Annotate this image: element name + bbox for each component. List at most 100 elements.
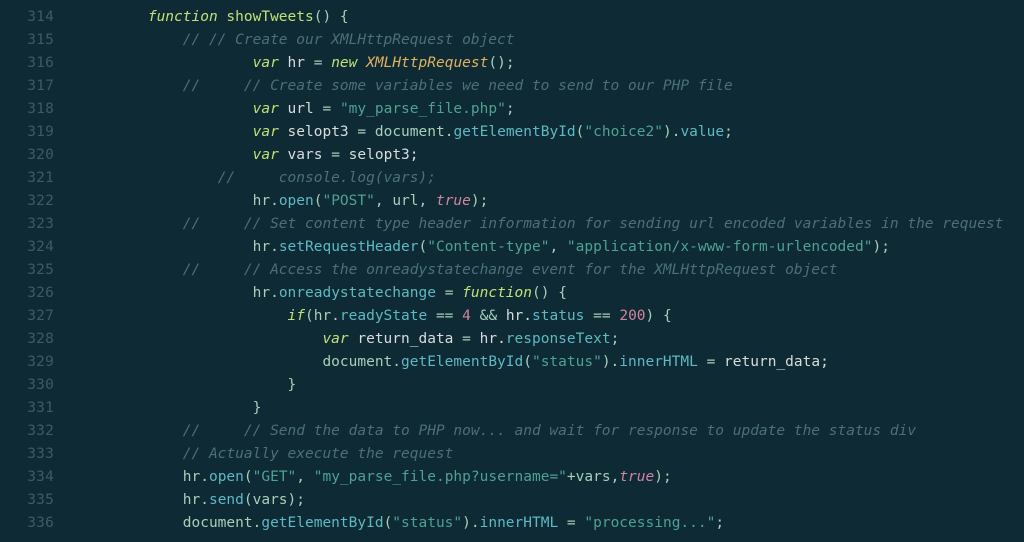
token-fn: showTweets [226, 9, 313, 25]
token-str: "my_parse_file.php?username=" [314, 469, 567, 485]
token-de: } [253, 400, 262, 416]
token-var: var [253, 101, 279, 117]
token-op: && [480, 308, 497, 324]
token-str: "status" [532, 354, 602, 370]
line-number: 335 [0, 489, 54, 512]
code-line: if(hr.readyState == 4 && hr.status == 20… [78, 305, 1024, 328]
token-str: "processing..." [584, 515, 715, 531]
token-str: "choice2" [584, 124, 663, 140]
token-prop: innerHTML [619, 354, 698, 370]
token-str: "status" [392, 515, 462, 531]
code-line: } [78, 374, 1024, 397]
line-number: 331 [0, 397, 54, 420]
token-cls: XMLHttpRequest [366, 55, 488, 71]
code-line: hr.open("POST", url, true); [78, 190, 1024, 213]
code-line: } [78, 397, 1024, 420]
token-de: ). [602, 354, 619, 370]
line-number: 319 [0, 121, 54, 144]
token-de: . [392, 354, 401, 370]
line-number: 328 [0, 328, 54, 351]
token-op: = [462, 331, 471, 347]
line-number: 330 [0, 374, 54, 397]
token-de: ). [663, 124, 680, 140]
token-op: = [357, 124, 366, 140]
token-call: getElementById [261, 515, 383, 531]
token-kw: function [462, 285, 532, 301]
line-number: 320 [0, 144, 54, 167]
code-line: // Actually execute the request [78, 443, 1024, 466]
token-op: == [593, 308, 610, 324]
code-line: // // Create our XMLHttpRequest object [78, 29, 1024, 52]
token-op: == [436, 308, 453, 324]
token-prop: onreadystatechange [279, 285, 436, 301]
token-de: ; [715, 515, 724, 531]
token-de: ). [462, 515, 479, 531]
token-de: (vars); [244, 492, 305, 508]
token-op: = [322, 101, 331, 117]
line-number: 317 [0, 75, 54, 98]
token-call: setRequestHeader [279, 239, 419, 255]
token-de: } [288, 377, 297, 393]
code-line: hr.open("GET", "my_parse_file.php?userna… [78, 466, 1024, 489]
token-call: open [279, 193, 314, 209]
line-number: 326 [0, 282, 54, 305]
code-area[interactable]: function showTweets() { // // Create our… [64, 0, 1024, 535]
code-line: // // Access the onreadystatechange even… [78, 259, 1024, 282]
token-prop: responseText [506, 331, 611, 347]
token-op: = [445, 285, 454, 301]
token-cmt: // // Send the data to PHP now... and wa… [183, 423, 916, 439]
token-de: , [549, 239, 566, 255]
token-call: open [209, 469, 244, 485]
token-pl: document [375, 124, 445, 140]
token-de: vars, [576, 469, 620, 485]
line-number: 321 [0, 167, 54, 190]
token-op: = [331, 147, 340, 163]
line-number: 327 [0, 305, 54, 328]
token-str: "my_parse_file.php" [340, 101, 506, 117]
line-number: 323 [0, 213, 54, 236]
line-number: 332 [0, 420, 54, 443]
line-number: 333 [0, 443, 54, 466]
code-line: // console.log(vars); [78, 167, 1024, 190]
code-line: // // Create some variables we need to s… [78, 75, 1024, 98]
token-var: var [253, 147, 279, 163]
token-de: ( [384, 515, 393, 531]
token-pl: hr. [253, 193, 279, 209]
token-de: ; [506, 101, 515, 117]
token-de: ); [872, 239, 889, 255]
token-de: ( [523, 354, 532, 370]
token-pl: document [183, 515, 253, 531]
token-cmt: // console.log(vars); [218, 170, 436, 186]
token-prop: value [680, 124, 724, 140]
token-de: (); [488, 55, 514, 71]
code-line: var selopt3 = document.getElementById("c… [78, 121, 1024, 144]
token-pl: hr. [253, 239, 279, 255]
token-call: send [209, 492, 244, 508]
token-kw: new [331, 55, 357, 71]
code-line: function showTweets() { [78, 6, 1024, 29]
token-str: "POST" [322, 193, 374, 209]
code-line: // // Send the data to PHP now... and wa… [78, 420, 1024, 443]
token-str: "application/x-www-form-urlencoded" [567, 239, 873, 255]
token-cmt: // Actually execute the request [183, 446, 454, 462]
line-number: 324 [0, 236, 54, 259]
line-number: 318 [0, 98, 54, 121]
code-line: var return_data = hr.responseText; [78, 328, 1024, 351]
token-bool: true [436, 193, 471, 209]
token-de: , url, [375, 193, 436, 209]
token-op: = [314, 55, 323, 71]
line-number-gutter: 3143153163173183193203213223233243253263… [0, 0, 64, 535]
token-de: ( [419, 239, 428, 255]
token-op: = [707, 354, 716, 370]
line-number: 329 [0, 351, 54, 374]
token-prop: innerHTML [480, 515, 559, 531]
token-str: "GET" [253, 469, 297, 485]
code-line: var hr = new XMLHttpRequest(); [78, 52, 1024, 75]
line-number: 322 [0, 190, 54, 213]
line-number: 316 [0, 52, 54, 75]
token-str: "Content-type" [427, 239, 549, 255]
token-de: () { [314, 9, 349, 25]
token-cmt: // // Create some variables we need to s… [183, 78, 733, 94]
code-editor: 3143153163173183193203213223233243253263… [0, 0, 1024, 542]
code-line: var vars = selopt3; [78, 144, 1024, 167]
